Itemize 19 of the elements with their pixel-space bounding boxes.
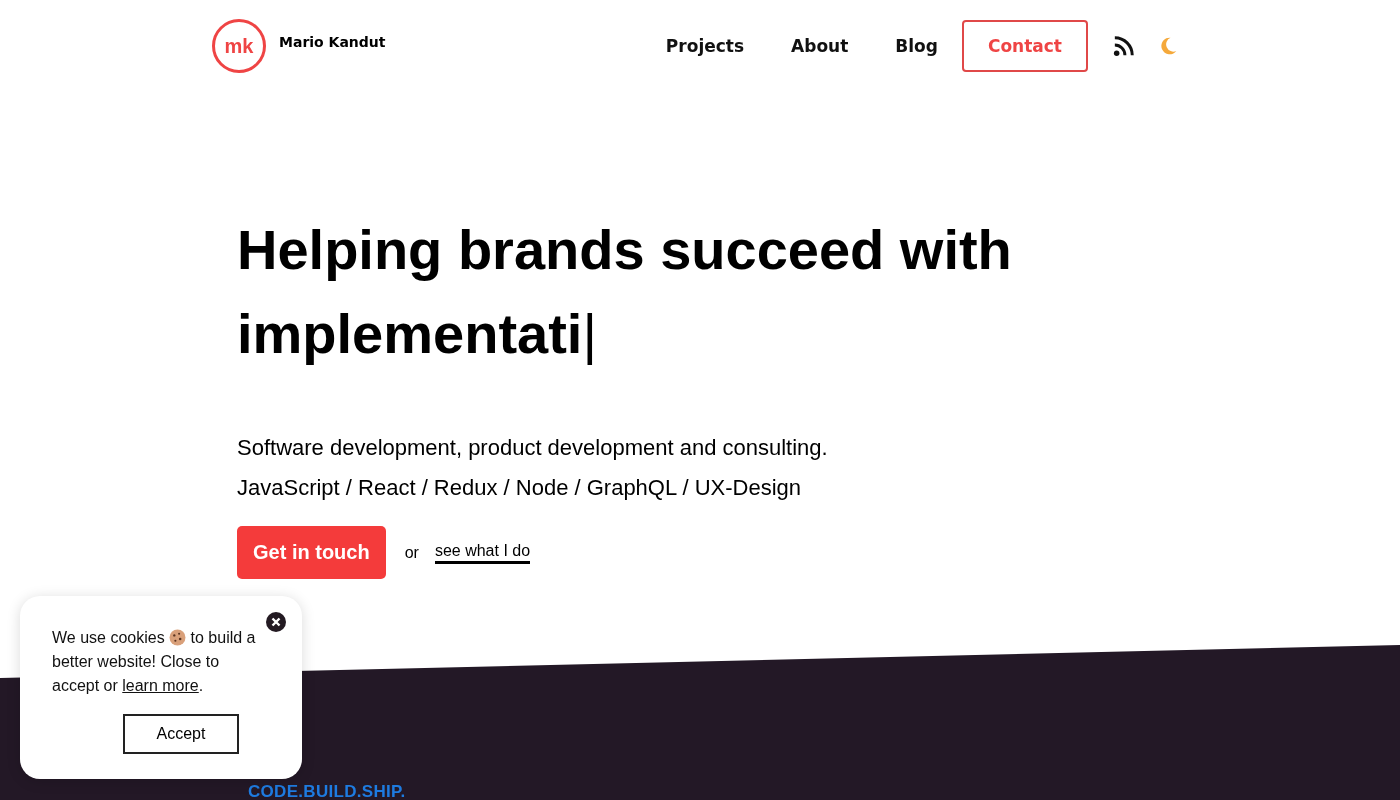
accept-button[interactable]: Accept — [123, 714, 239, 754]
hero-text: JavaScript / React / Redux / Node / GraphQL / UX-Design — [237, 474, 803, 502]
rss-icon[interactable] — [1113, 35, 1135, 57]
nav-link[interactable]: Blog — [895, 36, 938, 56]
see-what-i-do-link[interactable]: see what I do — [434, 541, 531, 564]
logo[interactable]: mk — [212, 19, 266, 73]
headline: Helping brands succeed with implementati| — [237, 217, 1013, 367]
cookie-message: We use cookies to build a better website! Close to accept or learn more. — [52, 628, 257, 696]
hero-text: Software development, product development and consulting. — [237, 434, 829, 462]
nav-link[interactable]: About — [791, 36, 849, 56]
contact-button[interactable]: Contact — [961, 20, 1088, 72]
cookie-icon — [169, 629, 187, 646]
close-icon[interactable] — [266, 612, 286, 632]
site-name[interactable]: Mario Kandut — [279, 34, 386, 50]
learn-more-link[interactable]: learn more — [122, 677, 199, 694]
or-text: or — [404, 543, 419, 562]
nav-link[interactable]: Projects — [665, 36, 745, 56]
get-in-touch-button[interactable]: Get in touch — [237, 526, 386, 579]
tagline: CODE.BUILD.SHIP. — [248, 782, 406, 800]
